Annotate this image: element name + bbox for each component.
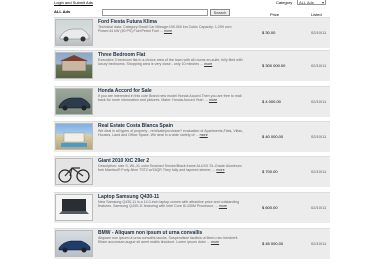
listing-thumbnail[interactable] (55, 123, 93, 150)
top-links: Login and Submit Ads (54, 0, 96, 5)
listing-row[interactable]: Giant 2010 XtC 29er 2 Description: size … (54, 156, 330, 187)
listing-row[interactable]: Ford Fiesta Futura Klima Technical data:… (54, 17, 330, 48)
listing-thumbnail[interactable] (55, 52, 93, 79)
listing-price: $ 700.00 (262, 169, 278, 174)
more-link[interactable]: more (209, 98, 217, 102)
listing-date: 02/10/11 (311, 63, 327, 68)
listing-price: $ 30.00 (262, 30, 276, 35)
login-link[interactable]: Login and Submit Ads (54, 0, 93, 5)
more-link[interactable]: more (216, 168, 224, 172)
listing-price: $ 4 000.00 (262, 99, 281, 104)
listing-row[interactable]: Laptop Samsung Q430-11 New Samsung Q430-… (54, 192, 330, 223)
more-link[interactable]: more (204, 62, 212, 66)
listing-date: 02/10/11 (311, 134, 327, 139)
listing-thumbnail[interactable] (55, 19, 93, 46)
listing-description: New Samsung Q430-11 is a 14.0-inch lapto… (98, 200, 240, 209)
listing-description: Technical data: Category:Small Car Milea… (98, 25, 232, 34)
listing-price: $ 600.00 (262, 205, 278, 210)
listing-date: 02/10/11 (311, 241, 327, 246)
search-button[interactable]: Search (210, 9, 230, 16)
category-select[interactable]: ALL Ads ▾ (297, 0, 326, 5)
listing-thumbnail[interactable] (55, 158, 93, 185)
listing-description: If you are interested in this cute Brand… (98, 94, 242, 103)
more-link[interactable]: more (219, 204, 227, 208)
listing-thumbnail[interactable] (55, 88, 93, 115)
listing-row[interactable]: BMW - Aliquam non ipsum ut urna convalli… (54, 228, 330, 259)
more-link[interactable]: more (211, 240, 219, 244)
page: Login and Submit Ads Category ALL Ads ▾ … (46, 0, 336, 265)
search-input[interactable] (102, 9, 208, 16)
more-link[interactable]: more (164, 29, 172, 33)
listing-row[interactable]: Three Bedroom Flat Executive 3 bedroom f… (54, 50, 330, 81)
all-ads-heading: ALL Ads (54, 9, 71, 14)
category-label: Category (276, 0, 293, 5)
listing-row[interactable]: Honda Accord for Sale If you are interes… (54, 86, 330, 117)
listing-description: Executive 3 bedroom flat in a choice are… (98, 58, 243, 67)
listing-price: $ 40 000.00 (262, 134, 284, 139)
listing-description: Aliquam non ipsum ut urna convallis iacu… (98, 236, 239, 245)
listing-date: 02/10/11 (311, 99, 327, 104)
listing-thumbnail[interactable] (55, 194, 93, 221)
listing-date: 02/10/11 (311, 169, 327, 174)
listing-price: $ 45 000.00 (262, 241, 284, 246)
category-value: ALL Ads (299, 0, 314, 5)
listing-description: Description: size S, WL,XL color Brushed… (98, 164, 242, 173)
listing-row[interactable]: Real Estate Costa Blanca Spain We deal i… (54, 121, 330, 152)
listing-description: We deal in all types of property - rent/… (98, 129, 243, 138)
listing-date: 02/10/11 (311, 205, 327, 210)
listing-price: $ 300 000.00 (262, 63, 286, 68)
more-link[interactable]: more (200, 133, 208, 137)
listing-date: 02/10/11 (311, 30, 327, 35)
listing-thumbnail[interactable] (55, 230, 93, 257)
chevron-down-icon: ▾ (321, 0, 324, 5)
